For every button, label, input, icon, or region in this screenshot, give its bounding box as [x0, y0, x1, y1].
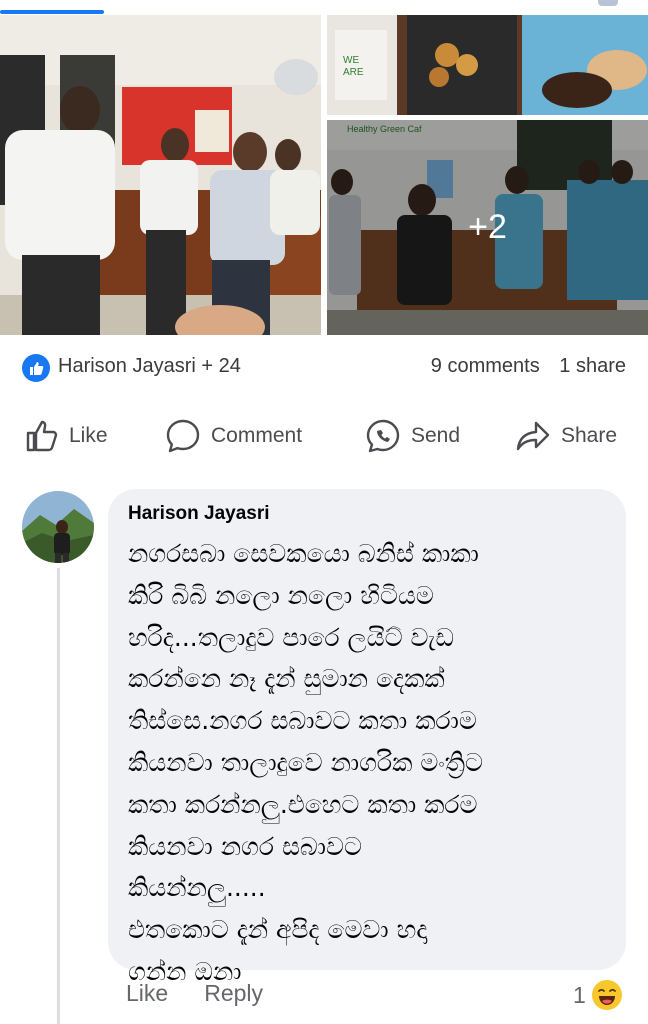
more-photos-overlay[interactable]: +2 — [327, 120, 648, 335]
engagement-counts: 9 comments 1 share — [417, 355, 626, 378]
active-tab-indicator — [0, 10, 104, 14]
comment-reaction-count[interactable]: 1 — [573, 980, 622, 1010]
comment-button[interactable]: Comment — [164, 414, 302, 458]
reactor-names[interactable]: Harison Jayasri + 24 — [58, 355, 241, 378]
comment-text-line: තිස්සෙ.නගර සබාවට කතා කරාම — [128, 706, 477, 736]
comment-author[interactable]: Harison Jayasri — [128, 503, 606, 525]
svg-text:WE: WE — [343, 55, 359, 66]
post-photo-3[interactable]: Healthy Green Caf +2 — [327, 120, 648, 335]
comment-text-line: කියනවා නගර සබාවට — [128, 831, 362, 861]
like-reaction-icon[interactable] — [22, 354, 50, 382]
svg-text:ARE: ARE — [343, 67, 364, 78]
post-photo-2[interactable]: WE ARE — [327, 15, 648, 115]
top-right-element — [598, 0, 618, 6]
comment-text-line: හරිද...තලාදුව පාරෙ ලයිට් වැඩ — [128, 622, 455, 652]
laughing-emoji-icon — [591, 980, 622, 1010]
like-icon — [26, 420, 58, 452]
comment-bubble[interactable]: Harison Jayasri නගරසබා සෙවකයො බනිස් කාකා… — [108, 489, 626, 986]
comment-text-line: නගරසබා සෙවකයො බනිස් කාකා — [128, 539, 479, 568]
comment-text-line: කියන්නලු..... — [128, 873, 266, 903]
comments-count[interactable]: 9 comments — [431, 355, 540, 377]
comment-text-line: කරන්නෙ නෑ දැන් සුමාන දෙකක් — [128, 664, 445, 694]
comment-reply-button[interactable]: Reply — [204, 980, 263, 1007]
comment-text-line: කතා කරන්නලු.එහෙට කතා කරම — [128, 789, 478, 819]
send-label: Send — [411, 424, 461, 447]
comment-actions: Like Reply — [126, 980, 263, 1007]
comment-like-button[interactable]: Like — [126, 980, 168, 1007]
post-photo-1[interactable] — [0, 15, 321, 335]
comment-text-line: කියනවා තාලාදුවෙ නාගරික මංත්‍රිට — [128, 747, 483, 777]
comment-icon — [166, 419, 200, 453]
comment-text-line: එතකොට දැන් අපිද මෙවා හදා — [128, 915, 428, 945]
top-strip — [0, 0, 648, 14]
send-button[interactable]: Send — [364, 414, 460, 458]
like-label: Like — [69, 424, 108, 447]
comment-text-line: කිරි බිබි නලො නලො හිටියම — [128, 580, 434, 610]
commenter-avatar[interactable] — [22, 491, 94, 563]
reactions-summary: Harison Jayasri + 24 9 comments 1 share — [0, 336, 648, 398]
shares-count[interactable]: 1 share — [559, 355, 626, 377]
share-icon — [516, 421, 550, 451]
comment-label: Comment — [211, 424, 303, 447]
comment-thread-line — [57, 568, 60, 1024]
like-button[interactable]: Like — [24, 414, 108, 458]
share-label: Share — [561, 424, 618, 447]
comment-reaction-number: 1 — [573, 981, 586, 1008]
post-action-bar: Like Comment Send Share — [0, 400, 648, 472]
send-icon — [366, 419, 400, 453]
more-photos-count: +2 — [468, 208, 507, 246]
share-button[interactable]: Share — [514, 414, 617, 458]
